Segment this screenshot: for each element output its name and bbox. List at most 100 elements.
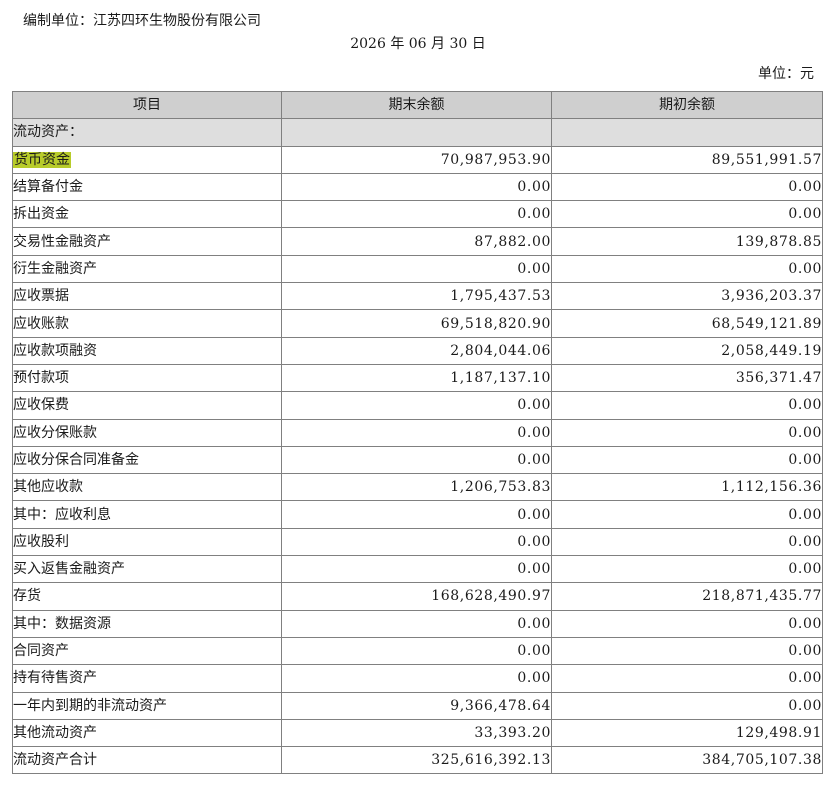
table-row: 预付款项 1,187,137.10 356,371.47: [12, 363, 823, 393]
table-row: 其中：应收利息 0.00 0.00: [12, 500, 823, 529]
row-label: 应收分保账款: [12, 418, 282, 447]
period-begin-value: 3,936,203.37: [551, 282, 823, 311]
period-begin-value: 0.00: [551, 609, 823, 638]
row-label: 应收票据: [12, 282, 282, 311]
table-row: 合同资产 0.00 0.00: [12, 636, 823, 666]
column-header-period-begin: 期初余额: [551, 90, 823, 120]
row-label: 其他流动资产: [12, 718, 282, 748]
row-label-text: 应收分保合同准备金: [13, 452, 139, 468]
period-begin-value: 0.00: [551, 200, 823, 229]
row-label-text: 拆出资金: [13, 206, 69, 223]
table-row: 结算备付金 0.00 0.00: [12, 172, 823, 202]
table-row: 货币资金 70,987,953.90 89,551,991.57: [12, 145, 823, 174]
table-row: 其他应收款 1,206,753.83 1,112,156.36: [12, 473, 823, 502]
table-row: 应收分保账款 0.00 0.00: [12, 418, 823, 447]
period-end-value: 69,518,820.90: [281, 309, 552, 338]
period-begin-value: 129,498.91: [551, 718, 823, 748]
row-label-text: 应收票据: [13, 288, 69, 305]
row-label: 其他应收款: [12, 473, 282, 502]
table-header-row: 项目 期末余额 期初余额: [12, 90, 823, 120]
row-label: 应收账款: [12, 309, 282, 338]
row-label-text: 应收保费: [13, 397, 69, 414]
table-row: 应收款项融资 2,804,044.06 2,058,449.19: [12, 336, 823, 365]
row-label-text: 预付款项: [13, 370, 69, 387]
period-end-value: 1,206,753.83: [281, 473, 552, 502]
period-begin-value: 0.00: [551, 636, 823, 666]
period-end-value: 33,393.20: [281, 718, 552, 748]
table-row: 应收分保合同准备金 0.00 0.00: [12, 445, 823, 475]
period-begin-value: 0.00: [551, 254, 823, 284]
period-end-value: 1,795,437.53: [281, 282, 552, 311]
row-label: 拆出资金: [12, 200, 282, 229]
period-end-value: 0.00: [281, 555, 552, 584]
row-label: 一年内到期的非流动资产: [12, 691, 282, 720]
row-label: 货币资金: [12, 145, 282, 174]
period-end-value: 1,187,137.10: [281, 363, 552, 393]
period-begin-value: 0.00: [551, 527, 823, 557]
row-label: 衍生金融资产: [12, 254, 282, 284]
row-label-text: 结算备付金: [13, 179, 83, 196]
period-begin-value: 0.00: [551, 445, 823, 475]
period-end-value: 0.00: [281, 200, 552, 229]
row-label-text: 存货: [13, 588, 41, 605]
row-label-text: 应收股利: [13, 533, 69, 550]
table-row: 拆出资金 0.00 0.00: [12, 200, 823, 229]
period-begin-value: 89,551,991.57: [551, 145, 823, 174]
table-row: 持有待售资产 0.00 0.00: [12, 664, 823, 693]
row-label-text: 一年内到期的非流动资产: [13, 697, 167, 714]
period-end-value: 0.00: [281, 609, 552, 638]
period-end-value: 9,366,478.64: [281, 691, 552, 720]
table-row: 一年内到期的非流动资产 9,366,478.64 0.00: [12, 691, 823, 720]
row-label-text: 其他应收款: [13, 479, 83, 496]
column-header-period-end: 期末余额: [281, 90, 552, 120]
period-end-value: 0.00: [281, 172, 552, 202]
row-label-text: 应收款项融资: [13, 342, 97, 359]
column-header-item: 项目: [12, 90, 282, 120]
total-period-end: 325,616,392.13: [281, 746, 552, 775]
row-label-text: 应收分保账款: [13, 424, 97, 441]
row-label: 存货: [12, 582, 282, 611]
period-end-value: 70,987,953.90: [281, 145, 552, 174]
period-begin-value: 2,058,449.19: [551, 336, 823, 365]
period-end-value: 168,628,490.97: [281, 582, 552, 611]
period-begin-value: 1,112,156.36: [551, 473, 823, 502]
period-begin-value: 0.00: [551, 555, 823, 584]
period-end-value: 0.00: [281, 636, 552, 666]
period-end-value: 0.00: [281, 254, 552, 284]
period-begin-value: 68,549,121.89: [551, 309, 823, 338]
period-end-value: 0.00: [281, 527, 552, 557]
period-end-value: 0.00: [281, 664, 552, 693]
period-begin-value: 0.00: [551, 664, 823, 693]
row-label-text: 其中：应收利息: [13, 506, 111, 523]
period-end-value: 0.00: [281, 445, 552, 475]
table-row: 衍生金融资产 0.00 0.00: [12, 254, 823, 284]
table-row: 应收股利 0.00 0.00: [12, 527, 823, 557]
table-row: 买入返售金融资产 0.00 0.00: [12, 555, 823, 584]
row-label-text: 其中：数据资源: [13, 615, 111, 632]
period-begin-value: 356,371.47: [551, 363, 823, 393]
row-label-text: 其他流动资产: [13, 724, 97, 741]
row-label-text: 买入返售金融资产: [13, 561, 125, 578]
row-label: 合同资产: [12, 636, 282, 666]
row-label-text: 交易性金融资产: [13, 233, 111, 250]
period-begin-value: 139,878.85: [551, 227, 823, 256]
period-end-value: 0.00: [281, 418, 552, 447]
row-label-text: 持有待售资产: [13, 670, 97, 687]
period-end-value: 0.00: [281, 391, 552, 420]
balance-sheet-table: 项目 期末余额 期初余额 流动资产： 货币资金 70,987,953.90 89,5…: [12, 90, 823, 775]
section-cell: [551, 118, 823, 147]
period-end-value: 87,882.00: [281, 227, 552, 256]
table-row: 应收保费 0.00 0.00: [12, 391, 823, 420]
row-label-text: 应收账款: [13, 315, 69, 332]
section-label: 流动资产：: [12, 118, 282, 147]
period-begin-value: 0.00: [551, 172, 823, 202]
row-label: 预付款项: [12, 363, 282, 393]
total-row: 流动资产合计 325,616,392.13 384,705,107.38: [12, 746, 823, 775]
row-label: 买入返售金融资产: [12, 555, 282, 584]
row-label: 其中：数据资源: [12, 609, 282, 638]
row-label-text: 货币资金: [13, 151, 71, 168]
period-begin-value: 0.00: [551, 691, 823, 720]
table-row: 存货 168,628,490.97 218,871,435.77: [12, 582, 823, 611]
table-row: 其中：数据资源 0.00 0.00: [12, 609, 823, 638]
row-label-text: 衍生金融资产: [13, 260, 97, 277]
